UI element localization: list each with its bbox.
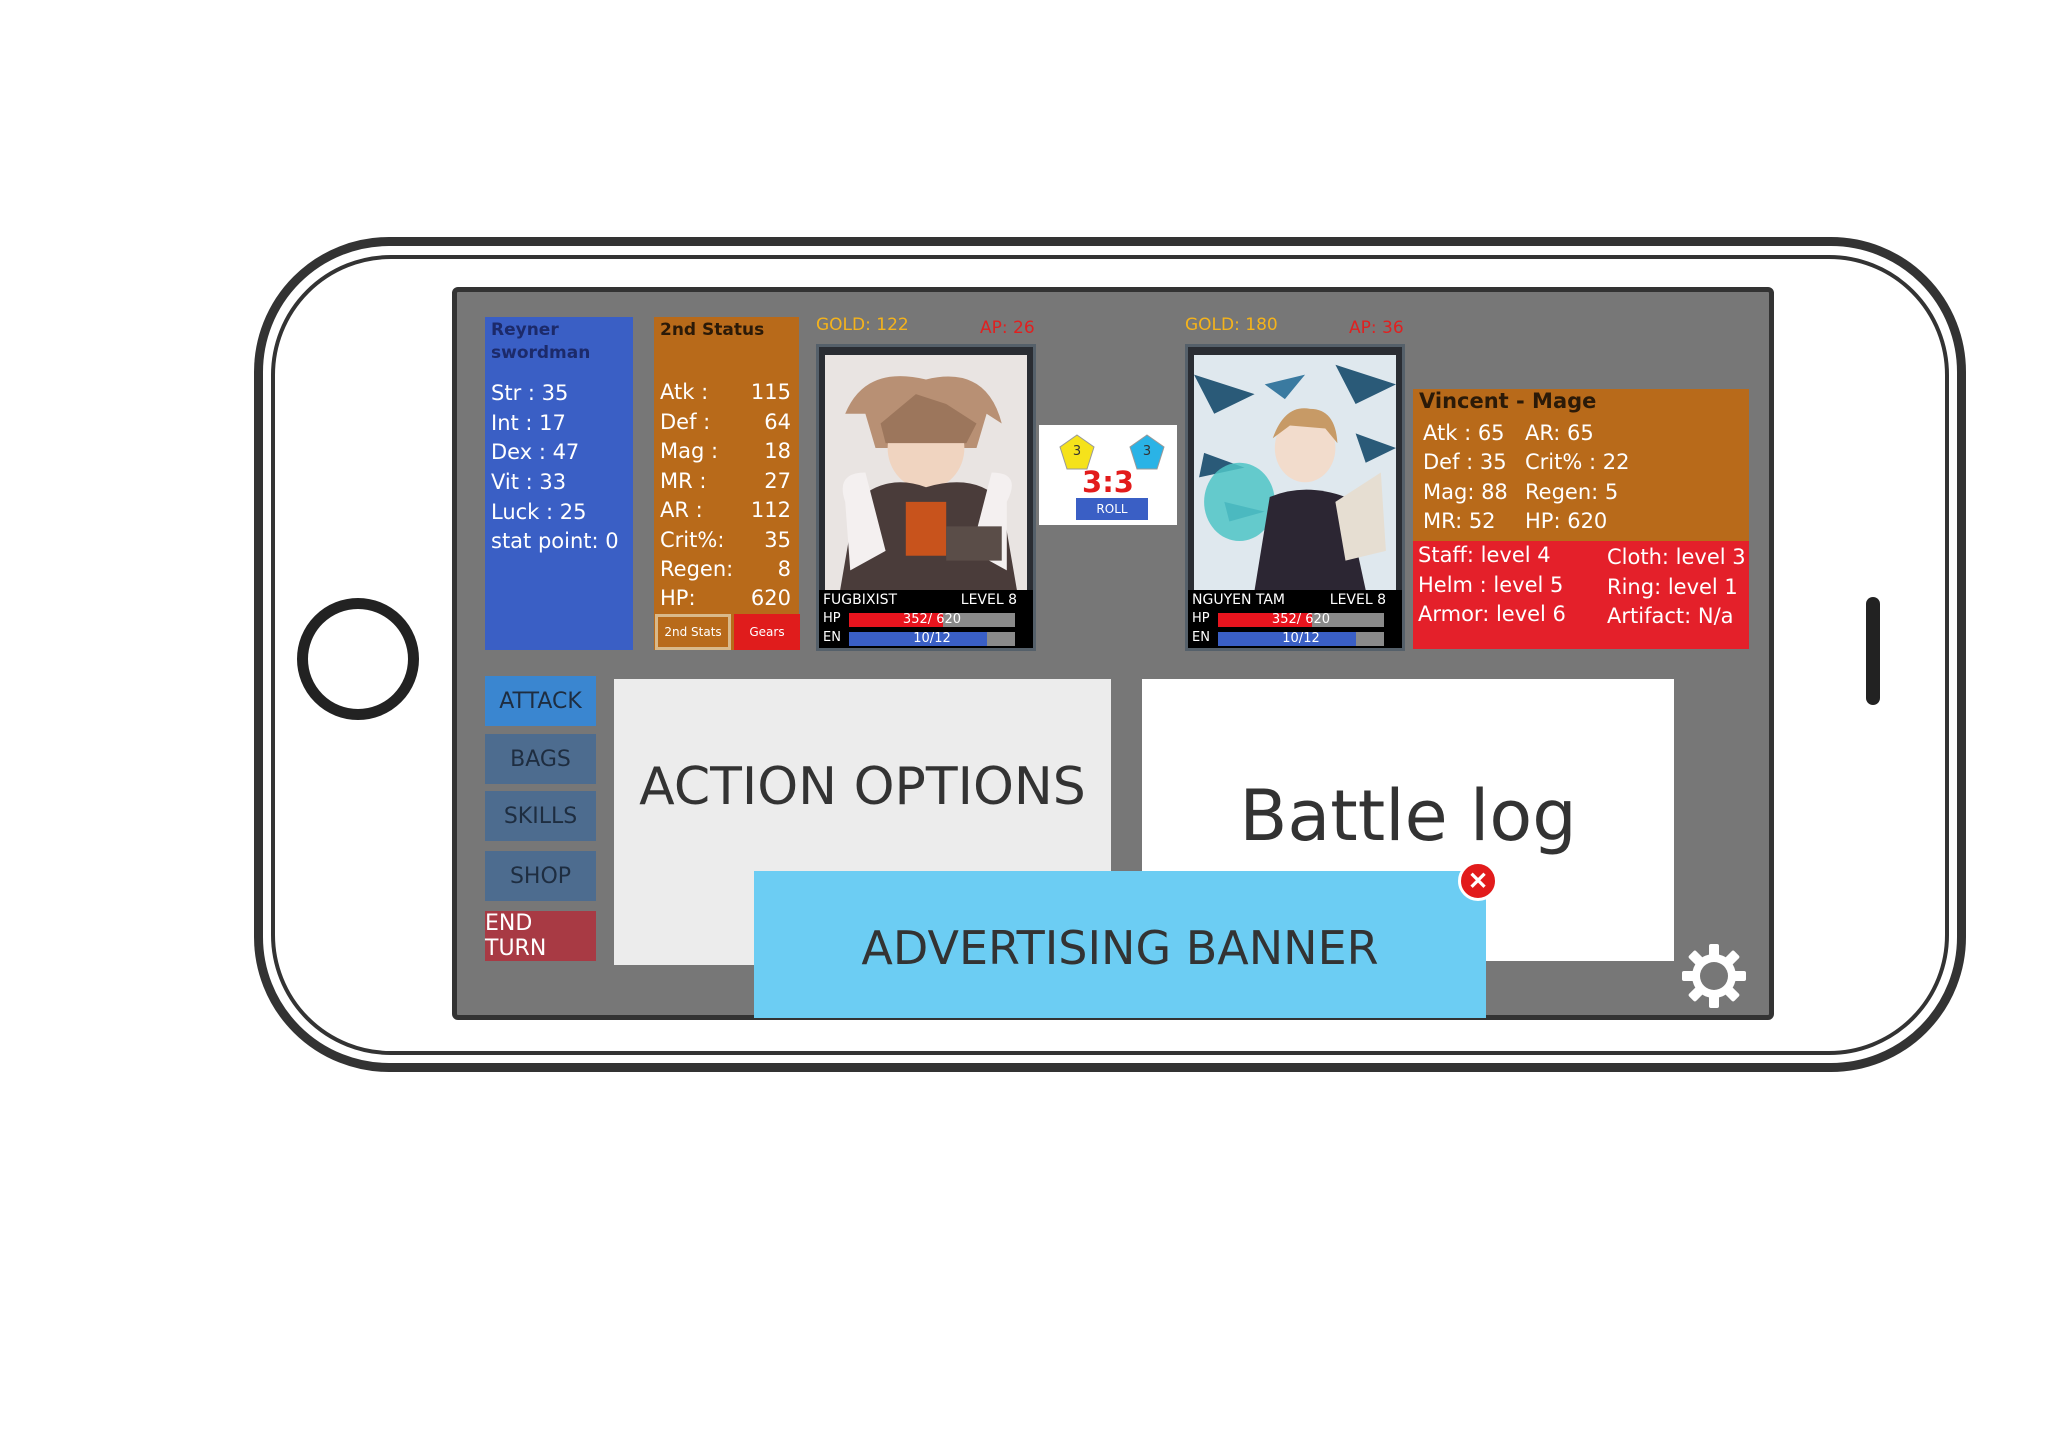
status-value: 27 [764,469,791,493]
enemy-stat: MR: 52 [1423,509,1496,533]
right-die-face: 3 [1143,444,1151,459]
advertising-banner-text: ADVERTISING BANNER [861,921,1379,975]
player-class: swordman [491,343,591,363]
hp-label: HP [1192,611,1210,626]
advertising-banner[interactable]: ADVERTISING BANNER [754,871,1486,1018]
player-card-name: FUGBIXIST [823,592,898,608]
enemy-card-name: NGUYEN TAM [1192,592,1286,608]
battle-log-title: Battle log [1239,775,1577,857]
player-portrait [825,355,1027,590]
status-value: 35 [764,528,791,552]
player-en-bar: 10/12 [849,631,1015,646]
enemy-gear: Helm : level 5 [1418,573,1564,597]
player-hp-text: 352/ 620 [902,612,962,627]
enemy-card-level: LEVEL 8 [1329,592,1386,608]
bags-button[interactable]: BAGS [485,734,596,784]
gear-icon[interactable] [1680,942,1748,1010]
status-label: Mag : [660,439,719,463]
status-value: 620 [750,586,791,610]
enemy-gold: GOLD: 180 [1185,315,1278,335]
stat-dex: Dex : 47 [491,440,580,464]
enemy-gear: Cloth: level 3 [1607,545,1746,569]
left-die-face: 3 [1073,444,1081,459]
close-icon[interactable]: ✕ [1458,861,1498,901]
enemy-stats-panel: Vincent - Mage Atk : 65 Def : 35 Mag: 88… [1413,389,1749,541]
status-label: Atk : [660,380,709,404]
status-label: Def : [660,410,711,434]
enemy-stat: Regen: 5 [1525,480,1619,504]
tab-2nd-stats[interactable]: 2nd Stats [655,614,731,650]
stat-int: Int : 17 [491,411,566,435]
status-label: Regen: [660,557,734,581]
dice-panel: 3 3 3:3 ROLL [1039,425,1177,525]
enemy-gear: Ring: level 1 [1607,575,1738,599]
dice-score: 3:3 [1082,465,1134,499]
tab-gears[interactable]: Gears [734,614,800,650]
status-value: 112 [750,498,791,522]
enemy-stat: Atk : 65 [1423,421,1505,445]
enemy-card[interactable]: NGUYEN TAM LEVEL 8 HP 352/ 620 EN 10/12 [1185,344,1405,651]
enemy-stat: Def : 35 [1423,450,1507,474]
enemy-gear: Artifact: N/a [1607,604,1734,628]
status-label: AR : [660,498,703,522]
second-status-title: 2nd Status [660,320,765,340]
stat-luck: Luck : 25 [491,500,587,524]
player-ap: AP: 26 [980,318,1035,338]
roll-button[interactable]: ROLL [1076,498,1148,520]
player-card[interactable]: FUGBIXIST LEVEL 8 HP 352/ 620 EN 10/12 [816,344,1036,651]
player-name: Reyner [491,320,559,340]
enemy-card-info: NGUYEN TAM LEVEL 8 HP 352/ 620 EN 10/12 [1188,590,1402,648]
enemy-gear-panel: Staff: level 4 Helm : level 5 Armor: lev… [1413,541,1749,649]
player-card-level: LEVEL 8 [960,592,1017,608]
action-options-title: ACTION OPTIONS [639,757,1086,817]
enemy-gear: Armor: level 6 [1418,602,1566,626]
status-label: HP: [660,586,696,610]
en-label: EN [1192,630,1210,645]
enemy-hp-text: 352/ 620 [1271,612,1331,627]
home-button[interactable] [297,598,419,720]
stat-points: stat point: 0 [491,529,619,553]
enemy-title: Vincent - Mage [1419,389,1597,413]
stat-vit: Vit : 33 [491,470,567,494]
attack-button[interactable]: ATTACK [485,676,596,726]
enemy-stat: AR: 65 [1525,421,1594,445]
player-hp-bar: 352/ 620 [849,612,1015,627]
side-button [1866,597,1880,705]
enemy-ap: AP: 36 [1349,318,1404,338]
status-value: 8 [777,557,791,581]
status-value: 64 [764,410,791,434]
end-turn-button[interactable]: END TURN [485,911,596,961]
enemy-gear: Staff: level 4 [1418,543,1551,567]
en-label: EN [823,630,841,645]
enemy-hp-bar: 352/ 620 [1218,612,1384,627]
status-label: MR : [660,469,707,493]
enemy-stat: Crit% : 22 [1525,450,1630,474]
hp-label: HP [823,611,841,626]
enemy-stat: HP: 620 [1525,509,1608,533]
status-label: Crit%: [660,528,725,552]
status-value: 18 [764,439,791,463]
enemy-stat: Mag: 88 [1423,480,1508,504]
second-status-panel: 2nd Status Atk : 115 Def : 64 Mag : 18 MR :… [654,317,799,650]
player-gold: GOLD: 122 [816,315,909,335]
player-en-text: 10/12 [913,631,951,646]
skills-button[interactable]: SKILLS [485,791,596,841]
enemy-en-bar: 10/12 [1218,631,1384,646]
player-stats-panel: Reyner swordman Str : 35 Int : 17 Dex : … [485,317,633,650]
stat-str: Str : 35 [491,381,569,405]
shop-button[interactable]: SHOP [485,851,596,901]
player-card-info: FUGBIXIST LEVEL 8 HP 352/ 620 EN 10/12 [819,590,1033,648]
status-value: 115 [750,380,791,404]
enemy-en-text: 10/12 [1282,631,1320,646]
enemy-portrait [1194,355,1396,590]
